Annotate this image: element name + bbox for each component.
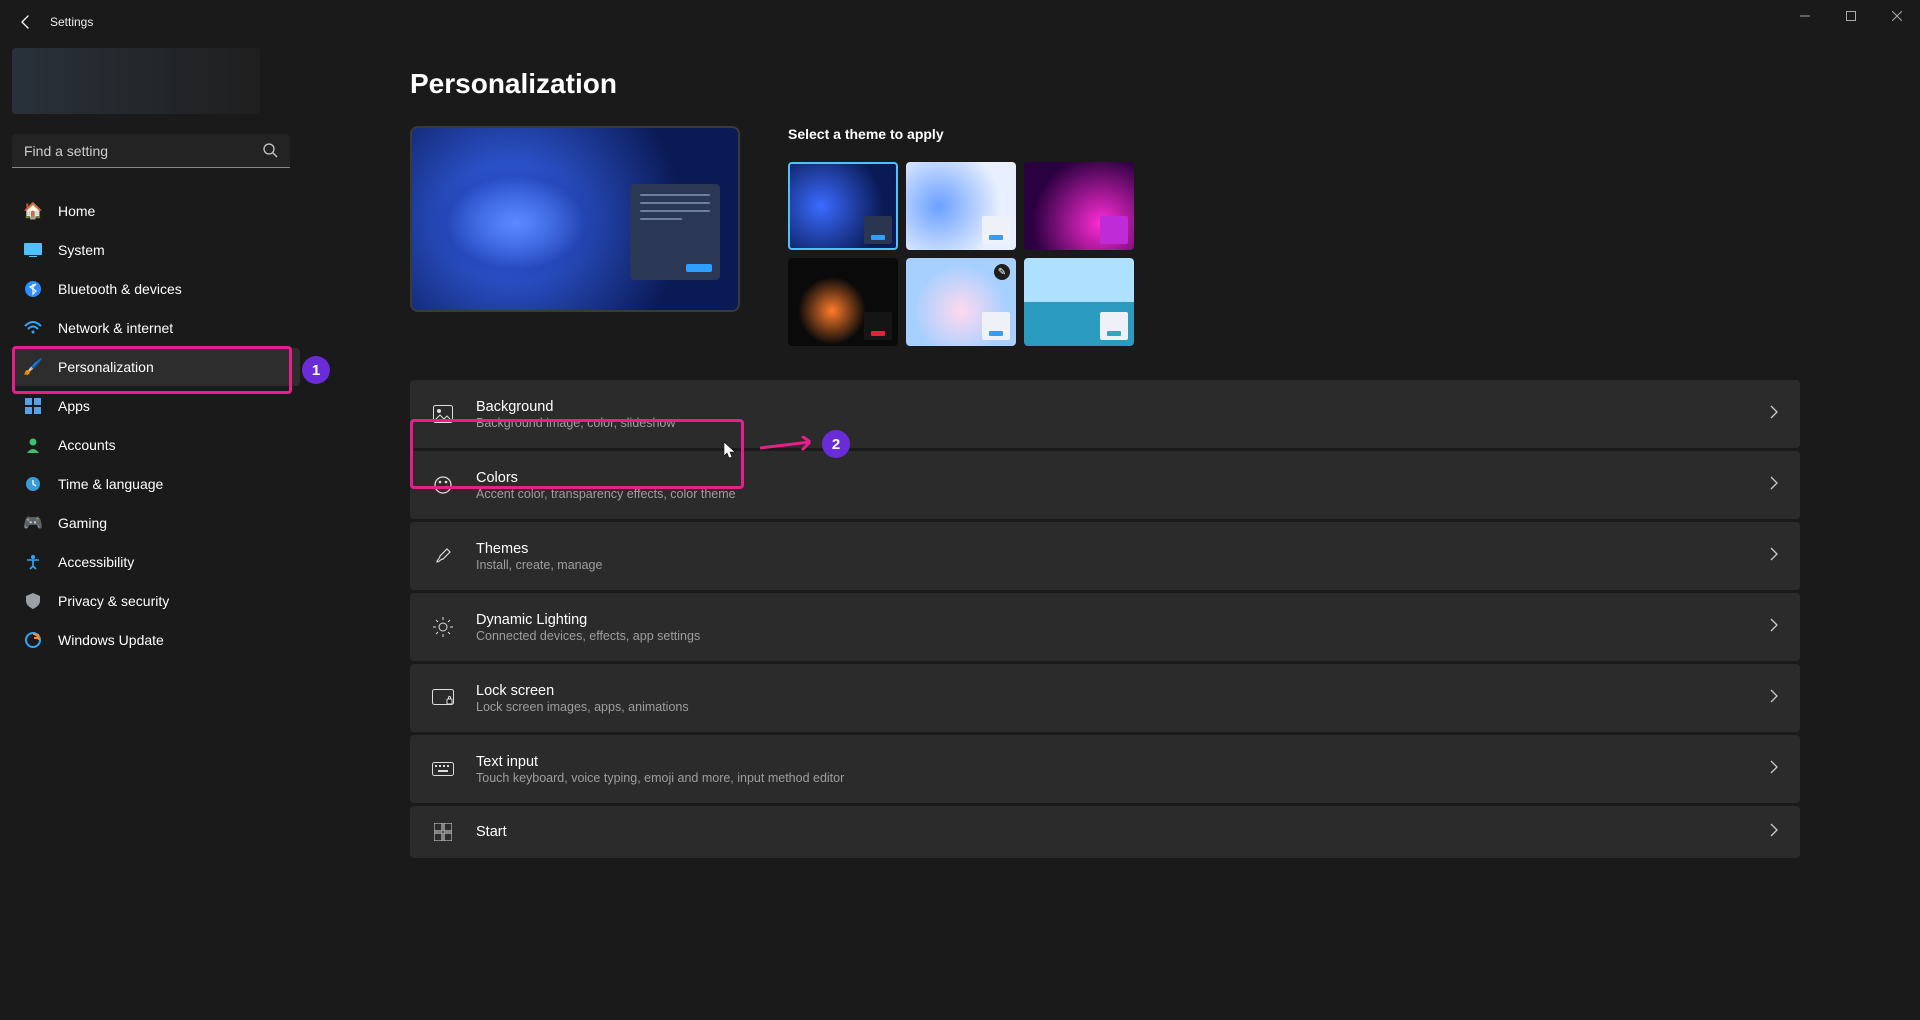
app-title: Settings bbox=[50, 15, 93, 29]
image-icon bbox=[432, 405, 454, 423]
chevron-right-icon bbox=[1770, 547, 1778, 566]
sidebar-item-apps[interactable]: Apps bbox=[12, 387, 300, 425]
theme-tile[interactable] bbox=[1024, 162, 1134, 250]
desktop-preview bbox=[410, 126, 740, 312]
row-title: Themes bbox=[476, 541, 1748, 557]
sidebar-item-label: Gaming bbox=[58, 515, 107, 531]
back-button[interactable] bbox=[8, 4, 44, 40]
sidebar-item-gaming[interactable]: 🎮 Gaming bbox=[12, 504, 300, 542]
titlebar: Settings bbox=[0, 0, 1920, 44]
chevron-right-icon bbox=[1770, 823, 1778, 842]
search-input[interactable] bbox=[12, 134, 290, 168]
row-desc: Lock screen images, apps, animations bbox=[476, 700, 1748, 714]
row-themes[interactable]: ThemesInstall, create, manage bbox=[410, 522, 1800, 590]
clock-icon bbox=[24, 475, 42, 493]
chevron-right-icon bbox=[1770, 760, 1778, 779]
system-icon bbox=[24, 241, 42, 259]
sidebar-item-label: Home bbox=[58, 203, 95, 219]
row-colors[interactable]: ColorsAccent color, transparency effects… bbox=[410, 451, 1800, 519]
row-desc: Touch keyboard, voice typing, emoji and … bbox=[476, 771, 1748, 785]
row-title: Dynamic Lighting bbox=[476, 612, 1748, 628]
wifi-icon bbox=[24, 319, 42, 337]
sidebar-item-label: Apps bbox=[58, 398, 90, 414]
profile-block[interactable] bbox=[12, 48, 260, 114]
paintbrush-icon: 🖌️ bbox=[24, 358, 42, 376]
brush-icon bbox=[432, 546, 454, 566]
row-background[interactable]: BackgroundBackground image, color, slide… bbox=[410, 380, 1800, 448]
minimize-button[interactable] bbox=[1782, 0, 1828, 32]
window-controls bbox=[1782, 0, 1920, 32]
sidebar-item-time[interactable]: Time & language bbox=[12, 465, 300, 503]
theme-tile[interactable] bbox=[788, 258, 898, 346]
sidebar-item-label: Privacy & security bbox=[58, 593, 169, 609]
bluetooth-icon bbox=[24, 280, 42, 298]
accessibility-icon bbox=[24, 553, 42, 571]
sidebar-item-home[interactable]: 🏠 Home bbox=[12, 192, 300, 230]
sidebar-item-label: Personalization bbox=[58, 359, 154, 375]
row-start[interactable]: Start bbox=[410, 806, 1800, 858]
theme-tile[interactable] bbox=[906, 162, 1016, 250]
row-text-input[interactable]: Text inputTouch keyboard, voice typing, … bbox=[410, 735, 1800, 803]
row-desc: Connected devices, effects, app settings bbox=[476, 629, 1748, 643]
row-title: Start bbox=[476, 824, 1748, 840]
search-wrap bbox=[12, 134, 290, 168]
pin-icon: ✎ bbox=[994, 264, 1010, 280]
sidebar-item-personalization[interactable]: 🖌️ Personalization bbox=[12, 348, 300, 386]
row-title: Colors bbox=[476, 470, 1748, 486]
chevron-right-icon bbox=[1770, 689, 1778, 708]
home-icon: 🏠 bbox=[24, 202, 42, 220]
lock-screen-icon bbox=[432, 689, 454, 707]
theme-tile[interactable] bbox=[788, 162, 898, 250]
chevron-right-icon bbox=[1770, 476, 1778, 495]
sidebar-item-label: Network & internet bbox=[58, 320, 173, 336]
gaming-icon: 🎮 bbox=[24, 514, 42, 532]
palette-icon bbox=[432, 475, 454, 495]
row-title: Lock screen bbox=[476, 683, 1748, 699]
sidebar: 🏠 Home System Bluetooth & devices Networ… bbox=[0, 44, 310, 1020]
page-title: Personalization bbox=[410, 68, 1800, 100]
keyboard-icon bbox=[432, 762, 454, 776]
sidebar-item-accessibility[interactable]: Accessibility bbox=[12, 543, 300, 581]
theme-tile[interactable]: ✎ bbox=[906, 258, 1016, 346]
search-icon bbox=[262, 142, 278, 158]
sidebar-item-system[interactable]: System bbox=[12, 231, 300, 269]
row-title: Text input bbox=[476, 754, 1748, 770]
maximize-button[interactable] bbox=[1828, 0, 1874, 32]
sidebar-item-label: Time & language bbox=[58, 476, 163, 492]
sidebar-item-network[interactable]: Network & internet bbox=[12, 309, 300, 347]
row-desc: Install, create, manage bbox=[476, 558, 1748, 572]
settings-rows: BackgroundBackground image, color, slide… bbox=[410, 380, 1800, 858]
person-icon bbox=[24, 436, 42, 454]
main-content: Personalization Select a theme to apply … bbox=[310, 44, 1920, 1020]
row-desc: Accent color, transparency effects, colo… bbox=[476, 487, 1748, 501]
theme-picker: Select a theme to apply ✎ bbox=[788, 126, 1134, 346]
theme-tile[interactable] bbox=[1024, 258, 1134, 346]
sidebar-item-update[interactable]: Windows Update bbox=[12, 621, 300, 659]
chevron-right-icon bbox=[1770, 405, 1778, 424]
update-icon bbox=[24, 631, 42, 649]
sidebar-item-privacy[interactable]: Privacy & security bbox=[12, 582, 300, 620]
theme-section: Select a theme to apply ✎ bbox=[410, 126, 1800, 346]
apps-icon bbox=[24, 397, 42, 415]
arrow-left-icon bbox=[18, 14, 34, 30]
start-icon bbox=[432, 823, 454, 841]
shield-icon bbox=[24, 592, 42, 610]
sidebar-item-label: Windows Update bbox=[58, 632, 164, 648]
theme-heading: Select a theme to apply bbox=[788, 126, 1134, 142]
chevron-right-icon bbox=[1770, 618, 1778, 637]
close-button[interactable] bbox=[1874, 0, 1920, 32]
row-title: Background bbox=[476, 399, 1748, 415]
row-lock-screen[interactable]: Lock screenLock screen images, apps, ani… bbox=[410, 664, 1800, 732]
sidebar-item-bluetooth[interactable]: Bluetooth & devices bbox=[12, 270, 300, 308]
row-dynamic-lighting[interactable]: Dynamic LightingConnected devices, effec… bbox=[410, 593, 1800, 661]
row-desc: Background image, color, slideshow bbox=[476, 416, 1748, 430]
sidebar-item-label: Accessibility bbox=[58, 554, 134, 570]
lighting-icon bbox=[432, 617, 454, 637]
sidebar-item-label: Bluetooth & devices bbox=[58, 281, 182, 297]
sidebar-item-label: Accounts bbox=[58, 437, 116, 453]
sidebar-item-accounts[interactable]: Accounts bbox=[12, 426, 300, 464]
sidebar-item-label: System bbox=[58, 242, 105, 258]
